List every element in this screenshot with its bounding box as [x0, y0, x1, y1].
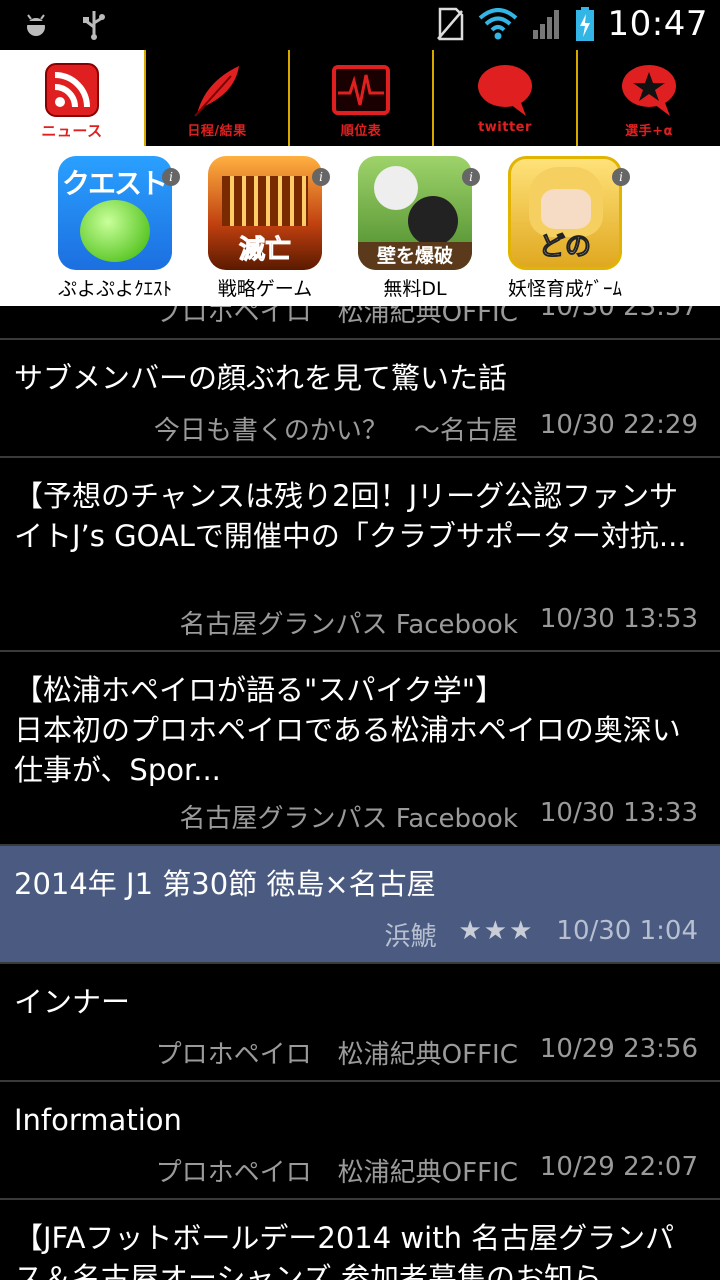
signal-icon [530, 7, 562, 41]
list-item-meta: プロホペイロ 松浦紀典OFFIC 10/29 22:07 [156, 1152, 698, 1189]
ad-item-yokai[interactable]: どの i 妖怪育成ｹﾞｰﾑ [490, 156, 640, 301]
rating-stars: ★★★ [458, 916, 535, 946]
ad-item-free-dl[interactable]: 壁を爆破 i 無料DL [340, 156, 490, 301]
list-item-source: プロホペイロ 松浦紀典OFFIC [155, 1158, 518, 1188]
list-item[interactable]: 【JFAフットボールデー2014 with 名古屋グランパス＆名古屋オーシャンズ… [0, 1200, 720, 1280]
list-item-source: プロホペイロ 松浦紀典OFFIC [155, 1040, 518, 1070]
info-icon[interactable]: i [612, 168, 630, 186]
tab-schedule[interactable]: 日程/結果 [144, 50, 288, 146]
list-item-date: 10/30 13:53 [539, 604, 698, 634]
tab-news-label: ニュース [41, 122, 103, 140]
list-item-source: 浜鯱 [384, 922, 437, 952]
ad-label: 無料DL [383, 278, 447, 300]
list-item-title: Information [14, 1103, 182, 1137]
list-item[interactable]: Information プロホペイロ 松浦紀典OFFIC 10/29 22:07 [0, 1082, 720, 1200]
list-item-source: 名古屋グランパス Facebook [179, 804, 518, 834]
list-item-meta: 名古屋グランパス Facebook 10/30 13:33 [179, 798, 698, 835]
list-item[interactable]: 【松浦ホペイロが語る"スパイク学"】 日本初のプロホペイロである松浦ホペイロの奥… [0, 652, 720, 846]
rss-icon [42, 62, 102, 118]
ad-label: 戦略ゲーム [217, 278, 313, 300]
list-item-meta: プロホペイロ 松浦紀典OFFIC 10/29 23:56 [156, 1034, 698, 1071]
list-item-date: 10/30 1:04 [556, 916, 698, 946]
ad-image-text: 壁を爆破 [376, 245, 453, 267]
star-bubble-icon [619, 62, 679, 118]
list-item[interactable]: インナー プロホペイロ 松浦紀典OFFIC 10/29 23:56 [0, 964, 720, 1082]
list-item-title: インナー [14, 985, 131, 1019]
list-item-meta: 名古屋グランパス Facebook 10/30 13:53 [179, 604, 698, 641]
tab-players-label: 選手+α [625, 124, 673, 139]
ad-image-text: どの [538, 232, 591, 263]
list-item-source: 今日も書くのかい？ ～名古屋 [153, 416, 518, 446]
list-item-source: 名古屋グランパス Facebook [179, 610, 518, 640]
list-item-date: 10/30 13:33 [539, 798, 698, 828]
info-icon[interactable]: i [462, 168, 480, 186]
ad-label: ぷよぷよｸｴｽﾄ [57, 278, 172, 300]
status-clock: 10:47 [607, 4, 708, 44]
list-item-meta: 今日も書くのかい？ ～名古屋 10/30 22:29 [154, 410, 698, 447]
no-sim-icon [434, 7, 466, 41]
ad-image-text: クエスト [62, 167, 168, 200]
list-item-date: 10/30 22:29 [539, 410, 698, 440]
speech-bubble-icon [475, 62, 535, 118]
tab-twitter-label: twitter [478, 120, 532, 135]
battery-charging-icon [574, 7, 596, 41]
info-icon[interactable]: i [162, 168, 180, 186]
tab-twitter[interactable]: twitter [432, 50, 576, 146]
tab-news[interactable]: ニュース [0, 50, 144, 146]
list-item-title: 【予想のチャンスは残り2回！Jリーグ公認ファンサイトJ’s GOALで開催中の「… [14, 479, 687, 553]
ad-item-puyo[interactable]: クエスト i ぷよぷよｸｴｽﾄ [40, 156, 190, 301]
ad-image: クエスト [58, 156, 172, 270]
list-item-title: 【松浦ホペイロが語る"スパイク学"】 日本初のプロホペイロである松浦ホペイロの奥… [14, 673, 681, 787]
android-debug-icon [20, 8, 52, 42]
list-item-selected[interactable]: 2014年 J1 第30節 徳島×名古屋 浜鯱 ★★★ 10/30 1:04 [0, 846, 720, 964]
feather-icon [187, 62, 247, 118]
list-item-meta: 浜鯱 ★★★ 10/30 1:04 [384, 916, 698, 953]
info-icon[interactable]: i [312, 168, 330, 186]
news-list: プロホペイロ 松浦紀典OFFIC 10/30 23:57 サブメンバーの顔ぶれを… [0, 276, 720, 1280]
list-item[interactable]: サブメンバーの顔ぶれを見て驚いた話 今日も書くのかい？ ～名古屋 10/30 2… [0, 340, 720, 458]
status-bar: 10:47 [0, 0, 720, 50]
list-item-date: 10/29 23:56 [539, 1034, 698, 1064]
list-item-title: 【JFAフットボールデー2014 with 名古屋グランパス＆名古屋オーシャンズ… [14, 1221, 675, 1280]
ad-item-strategy[interactable]: 滅亡 i 戦略ゲーム [190, 156, 340, 301]
tab-standings[interactable]: 順位表 [288, 50, 432, 146]
list-item-title: サブメンバーの顔ぶれを見て驚いた話 [14, 361, 508, 395]
usb-icon [78, 8, 110, 42]
wifi-icon [478, 7, 518, 41]
ad-image: どの [508, 156, 622, 270]
heartbeat-monitor-icon [331, 62, 391, 118]
tab-standings-label: 順位表 [340, 124, 382, 139]
tab-bar: ニュース 日程/結果 順位表 twitter 選手+α [0, 50, 720, 146]
ad-image: 滅亡 [208, 156, 322, 270]
ad-image: 壁を爆破 [358, 156, 472, 270]
tab-schedule-label: 日程/結果 [187, 124, 247, 139]
ad-label: 妖怪育成ｹﾞｰﾑ [507, 278, 622, 300]
list-item-date: 10/29 22:07 [539, 1152, 698, 1182]
ad-strip: クエスト i ぷよぷよｸｴｽﾄ 滅亡 i 戦略ゲーム 壁を爆破 i 無料DL ど… [0, 146, 720, 306]
list-item[interactable]: 【予想のチャンスは残り2回！Jリーグ公認ファンサイトJ’s GOALで開催中の「… [0, 458, 720, 652]
tab-players[interactable]: 選手+α [576, 50, 720, 146]
list-item-title: 2014年 J1 第30節 徳島×名古屋 [14, 867, 436, 901]
ad-image-text: 滅亡 [238, 235, 291, 266]
